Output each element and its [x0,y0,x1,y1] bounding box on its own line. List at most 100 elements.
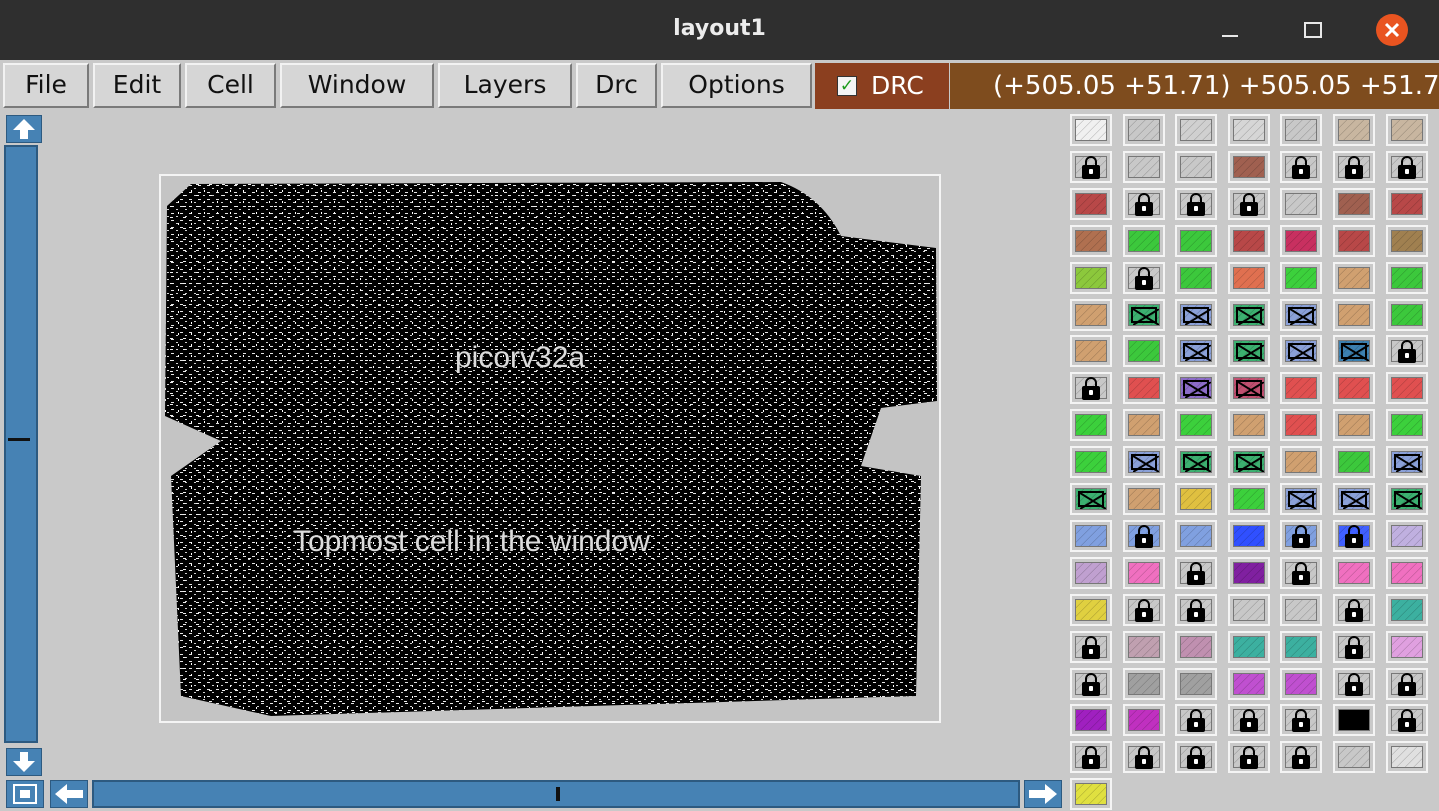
layout-canvas[interactable]: picorv32a Topmost cell in the window [44,113,1065,778]
layer-swatch[interactable] [1123,483,1165,515]
layer-swatch[interactable] [1228,225,1270,257]
layer-swatch[interactable] [1123,704,1165,736]
layer-swatch[interactable] [1123,299,1165,331]
layer-swatch[interactable] [1070,778,1112,810]
layer-swatch[interactable] [1123,335,1165,367]
layer-swatch[interactable] [1280,188,1322,220]
layer-swatch[interactable] [1123,668,1165,700]
layer-swatch[interactable] [1333,188,1375,220]
layer-swatch[interactable] [1123,741,1165,773]
layer-swatch[interactable] [1123,594,1165,626]
layer-swatch[interactable] [1175,299,1217,331]
layer-swatch[interactable] [1123,225,1165,257]
layer-swatch[interactable] [1333,668,1375,700]
layer-swatch[interactable] [1280,704,1322,736]
layer-swatch[interactable] [1175,631,1217,663]
layer-swatch[interactable] [1333,225,1375,257]
layer-swatch[interactable] [1175,594,1217,626]
layer-swatch[interactable] [1123,520,1165,552]
layer-swatch[interactable] [1070,446,1112,478]
layer-swatch[interactable] [1175,520,1217,552]
layer-swatch[interactable] [1228,188,1270,220]
layer-swatch[interactable] [1175,114,1217,146]
layer-swatch[interactable] [1070,188,1112,220]
layer-swatch[interactable] [1123,409,1165,441]
layer-swatch[interactable] [1280,594,1322,626]
layer-swatch[interactable] [1175,741,1217,773]
layer-swatch[interactable] [1280,668,1322,700]
arrow-up-icon[interactable] [6,115,42,143]
zoom-box-icon[interactable] [6,780,44,808]
layer-swatch[interactable] [1386,151,1428,183]
layer-swatch[interactable] [1228,151,1270,183]
layer-swatch[interactable] [1333,409,1375,441]
layer-swatch[interactable] [1386,704,1428,736]
menu-edit[interactable]: Edit [93,63,181,108]
layer-swatch[interactable] [1228,409,1270,441]
layer-swatch[interactable] [1175,225,1217,257]
layer-swatch[interactable] [1175,557,1217,589]
layer-swatch[interactable] [1280,741,1322,773]
layer-swatch[interactable] [1386,372,1428,404]
layer-swatch[interactable] [1386,594,1428,626]
layer-swatch[interactable] [1333,631,1375,663]
layer-swatch[interactable] [1070,594,1112,626]
arrow-down-icon[interactable] [6,748,42,776]
layer-swatch[interactable] [1333,483,1375,515]
layer-swatch[interactable] [1175,704,1217,736]
layer-swatch[interactable] [1228,335,1270,367]
minimize-icon[interactable] [1214,14,1246,46]
layer-swatch[interactable] [1175,188,1217,220]
layer-swatch[interactable] [1228,372,1270,404]
layer-swatch[interactable] [1386,188,1428,220]
layer-swatch[interactable] [1070,668,1112,700]
menu-drc[interactable]: Drc [576,63,657,108]
layer-swatch[interactable] [1386,741,1428,773]
layer-swatch[interactable] [1280,520,1322,552]
layer-swatch[interactable] [1280,335,1322,367]
layer-swatch[interactable] [1228,262,1270,294]
vertical-scroll-thumb[interactable] [8,438,30,441]
layer-swatch[interactable] [1070,151,1112,183]
layer-swatch[interactable] [1386,299,1428,331]
layer-swatch[interactable] [1386,557,1428,589]
layer-swatch[interactable] [1280,114,1322,146]
layer-swatch[interactable] [1386,409,1428,441]
layer-swatch[interactable] [1280,446,1322,478]
layer-swatch[interactable] [1070,409,1112,441]
layer-swatch[interactable] [1070,114,1112,146]
layer-swatch[interactable] [1333,704,1375,736]
layer-swatch[interactable] [1386,520,1428,552]
close-icon[interactable] [1376,14,1408,46]
layer-swatch[interactable] [1228,446,1270,478]
layer-swatch[interactable] [1070,372,1112,404]
layer-swatch[interactable] [1228,299,1270,331]
menu-window[interactable]: Window [280,63,434,108]
layer-swatch[interactable] [1228,114,1270,146]
cell-bounding-box[interactable]: picorv32a Topmost cell in the window [159,174,941,723]
layer-swatch[interactable] [1070,631,1112,663]
layer-swatch[interactable] [1123,372,1165,404]
layer-swatch[interactable] [1386,335,1428,367]
layer-swatch[interactable] [1280,372,1322,404]
horizontal-scroll-thumb[interactable] [556,787,560,801]
layer-swatch[interactable] [1280,151,1322,183]
layer-swatch[interactable] [1333,741,1375,773]
layer-swatch[interactable] [1175,409,1217,441]
layer-swatch[interactable] [1333,557,1375,589]
layer-swatch[interactable] [1175,335,1217,367]
menu-layers[interactable]: Layers [438,63,572,108]
layer-swatch[interactable] [1175,372,1217,404]
layer-swatch[interactable] [1280,262,1322,294]
arrow-right-icon[interactable] [1024,780,1062,808]
menu-options[interactable]: Options [661,63,812,108]
layer-swatch[interactable] [1333,335,1375,367]
layer-swatch[interactable] [1070,704,1112,736]
layer-swatch[interactable] [1123,557,1165,589]
layer-swatch[interactable] [1386,631,1428,663]
layer-swatch[interactable] [1123,114,1165,146]
layer-swatch[interactable] [1228,631,1270,663]
layer-swatch[interactable] [1333,520,1375,552]
layer-swatch[interactable] [1228,520,1270,552]
layer-swatch[interactable] [1123,262,1165,294]
